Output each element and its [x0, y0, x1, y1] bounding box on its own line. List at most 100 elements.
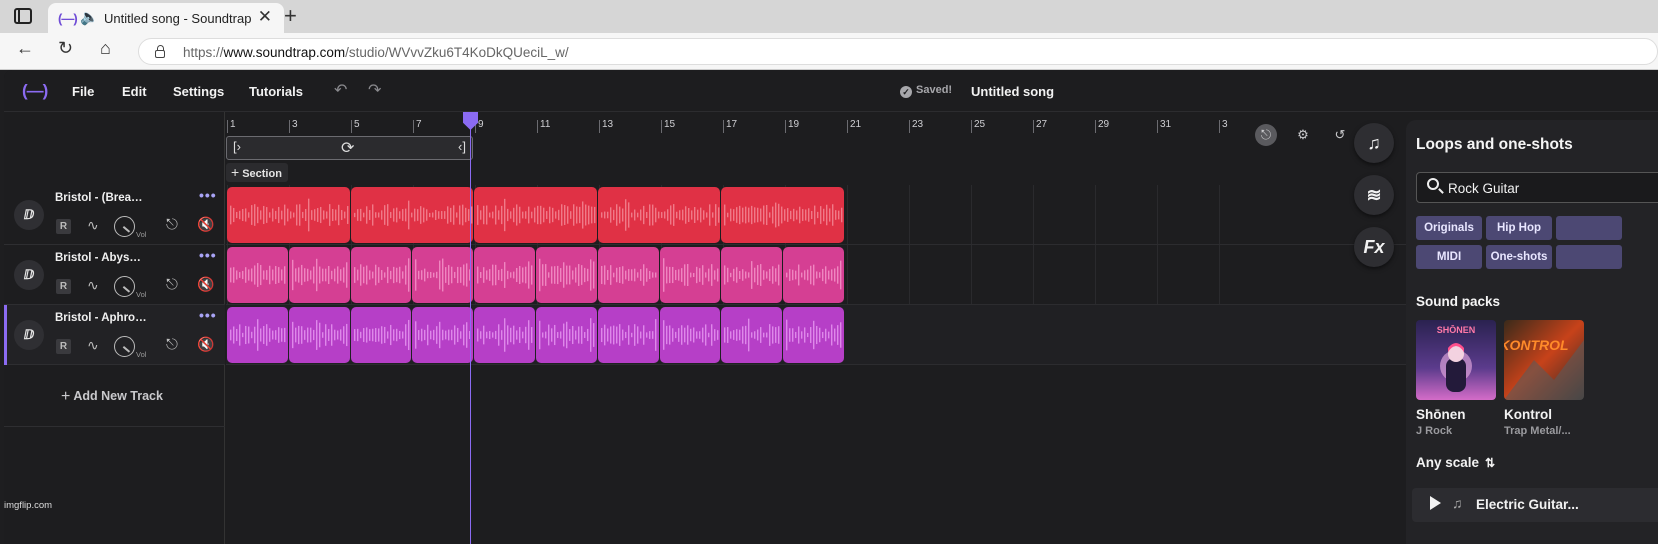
- track-lane[interactable]: [226, 305, 1406, 365]
- sound-pack-card[interactable]: KONTROL Kontrol Trap Metal/...: [1504, 320, 1584, 437]
- filter-chip-one-shots[interactable]: One-shots: [1486, 245, 1552, 269]
- automation-icon[interactable]: ∿: [87, 277, 99, 294]
- volume-knob[interactable]: [114, 336, 135, 357]
- loop-list-item[interactable]: ♫ Electric Guitar...: [1412, 488, 1658, 522]
- headphones-icon[interactable]: ⎋: [166, 216, 178, 233]
- audio-clip[interactable]: [474, 247, 535, 303]
- audio-clip[interactable]: [412, 307, 474, 363]
- loop-region[interactable]: [› ⟳ ‹]: [226, 136, 473, 160]
- track-name[interactable]: Bristol - Aphrodi...: [55, 312, 147, 324]
- fx-button[interactable]: Fx: [1354, 227, 1394, 267]
- play-icon[interactable]: [1430, 496, 1441, 510]
- audio-waveform-icon[interactable]: ⅅ: [14, 260, 44, 290]
- record-arm-button[interactable]: R: [56, 219, 71, 234]
- filter-chip-hip-hop[interactable]: Hip Hop: [1486, 216, 1552, 240]
- playhead[interactable]: [470, 112, 471, 544]
- filter-chip-more-2[interactable]: [1556, 245, 1622, 269]
- mute-icon[interactable]: 🔇: [197, 216, 214, 233]
- search-value[interactable]: Rock Guitar: [1448, 181, 1519, 196]
- audio-clip[interactable]: [474, 187, 597, 243]
- mute-icon[interactable]: 🔇: [197, 336, 214, 353]
- bar-ruler[interactable]: 1 3 5 7 9 11 13 15 17 19 21 23 25 27 29 31 3: [226, 112, 1406, 134]
- loop-search-input[interactable]: Rock Guitar: [1416, 172, 1658, 203]
- volume-knob[interactable]: [114, 276, 135, 297]
- tab-audio-icon[interactable]: 🔈: [80, 8, 99, 26]
- home-icon[interactable]: ⌂: [100, 38, 111, 59]
- menu-settings[interactable]: Settings: [173, 84, 224, 99]
- audio-waveform-icon[interactable]: ⅅ: [14, 200, 44, 230]
- audio-clip[interactable]: [288, 247, 350, 303]
- more-options-icon[interactable]: •••: [199, 307, 217, 323]
- audio-clip[interactable]: [783, 247, 844, 303]
- audio-clip[interactable]: [350, 247, 412, 303]
- audio-clip[interactable]: [721, 187, 844, 243]
- loop-start-handle-icon[interactable]: [›: [233, 139, 241, 154]
- url-field[interactable]: https://www.soundtrap.com/studio/WVvvZku…: [138, 38, 1658, 65]
- audio-clip[interactable]: [597, 307, 659, 363]
- headphones-icon[interactable]: ⎋: [166, 276, 178, 293]
- audio-waveform-icon[interactable]: ⅅ: [14, 320, 44, 350]
- track-name[interactable]: Bristol - (Breakb...: [55, 192, 147, 204]
- audio-clip[interactable]: [659, 247, 721, 303]
- audio-clip[interactable]: [659, 307, 721, 363]
- audio-clip[interactable]: [536, 307, 597, 363]
- undo-icon[interactable]: ↶: [334, 80, 347, 100]
- filter-chip-midi[interactable]: MIDI: [1416, 245, 1482, 269]
- audio-clip[interactable]: [288, 307, 350, 363]
- volume-knob[interactable]: [114, 216, 135, 237]
- audio-clip[interactable]: [474, 307, 535, 363]
- more-options-icon[interactable]: •••: [199, 247, 217, 263]
- track-lane[interactable]: [226, 245, 1406, 305]
- audio-clip[interactable]: [227, 307, 288, 363]
- refresh-icon[interactable]: ↺: [1329, 124, 1351, 146]
- new-tab-button[interactable]: +: [284, 3, 297, 29]
- audio-clip[interactable]: [721, 307, 783, 363]
- audio-clip[interactable]: [721, 247, 783, 303]
- automation-icon[interactable]: ∿: [87, 337, 99, 354]
- audio-clip[interactable]: [227, 187, 350, 243]
- filter-chip-more[interactable]: [1556, 216, 1622, 240]
- song-title[interactable]: Untitled song: [971, 84, 1054, 99]
- track-header[interactable]: ⅅ Bristol - Abyss (B... ••• R ∿ Vol ⎋ 🔇: [4, 245, 225, 305]
- redo-icon[interactable]: ↷: [368, 80, 381, 100]
- record-arm-button[interactable]: R: [56, 279, 71, 294]
- audio-clip[interactable]: [783, 307, 844, 363]
- loop-end-handle-icon[interactable]: ‹]: [458, 139, 466, 154]
- add-new-track-button[interactable]: + Add New Track: [61, 388, 163, 406]
- track-lane[interactable]: [226, 185, 1406, 245]
- lock-icon[interactable]: [155, 45, 165, 58]
- menu-file[interactable]: File: [72, 84, 94, 99]
- refresh-icon[interactable]: ↻: [58, 38, 73, 59]
- menu-edit[interactable]: Edit: [122, 84, 147, 99]
- loop-toggle-icon[interactable]: ⟳: [341, 138, 354, 158]
- settings-gear-icon[interactable]: ⚙: [1292, 124, 1314, 146]
- audio-clip[interactable]: [350, 187, 474, 243]
- sound-pack-card[interactable]: SHŌNEN Shōnen J Rock: [1416, 320, 1496, 437]
- tab-close-icon[interactable]: ✕: [258, 7, 272, 27]
- record-arm-button[interactable]: R: [56, 339, 71, 354]
- browser-tab[interactable]: (—) 🔈 Untitled song - Soundtrap ✕: [48, 3, 284, 33]
- audio-clip[interactable]: [350, 307, 412, 363]
- filter-chip-originals[interactable]: Originals: [1416, 216, 1482, 240]
- tab-actions-icon[interactable]: [14, 8, 32, 24]
- soundtrap-logo-icon[interactable]: (—): [22, 81, 48, 101]
- audio-clip[interactable]: [536, 247, 597, 303]
- track-name[interactable]: Bristol - Abyss (B...: [55, 252, 147, 264]
- sound-pack-cover[interactable]: KONTROL: [1504, 320, 1584, 400]
- audio-clip[interactable]: [412, 247, 474, 303]
- collaborators-icon[interactable]: ≋: [1354, 175, 1394, 215]
- automation-icon[interactable]: ∿: [87, 217, 99, 234]
- more-options-icon[interactable]: •••: [199, 187, 217, 203]
- audio-clip[interactable]: [597, 187, 721, 243]
- track-header-selected[interactable]: ⅅ Bristol - Aphrodi... ••• R ∿ Vol ⎋ 🔇: [4, 305, 225, 365]
- audio-clip[interactable]: [227, 247, 288, 303]
- sound-pack-cover[interactable]: SHŌNEN: [1416, 320, 1496, 400]
- audio-clip[interactable]: [597, 247, 659, 303]
- back-arrow-icon[interactable]: ←: [16, 38, 34, 59]
- metronome-icon[interactable]: ⎋: [1255, 124, 1277, 146]
- track-header[interactable]: ⅅ Bristol - (Breakb... ••• R ∿ Vol ⎋ 🔇: [4, 185, 225, 245]
- mute-icon[interactable]: 🔇: [197, 276, 214, 293]
- timeline-area[interactable]: 1 3 5 7 9 11 13 15 17 19 21 23 25 27 29 31 3 [› ⟳ ‹] + Se…: [226, 112, 1406, 544]
- loops-music-note-icon[interactable]: ♫: [1354, 123, 1394, 163]
- add-section-button[interactable]: + Section: [226, 163, 288, 182]
